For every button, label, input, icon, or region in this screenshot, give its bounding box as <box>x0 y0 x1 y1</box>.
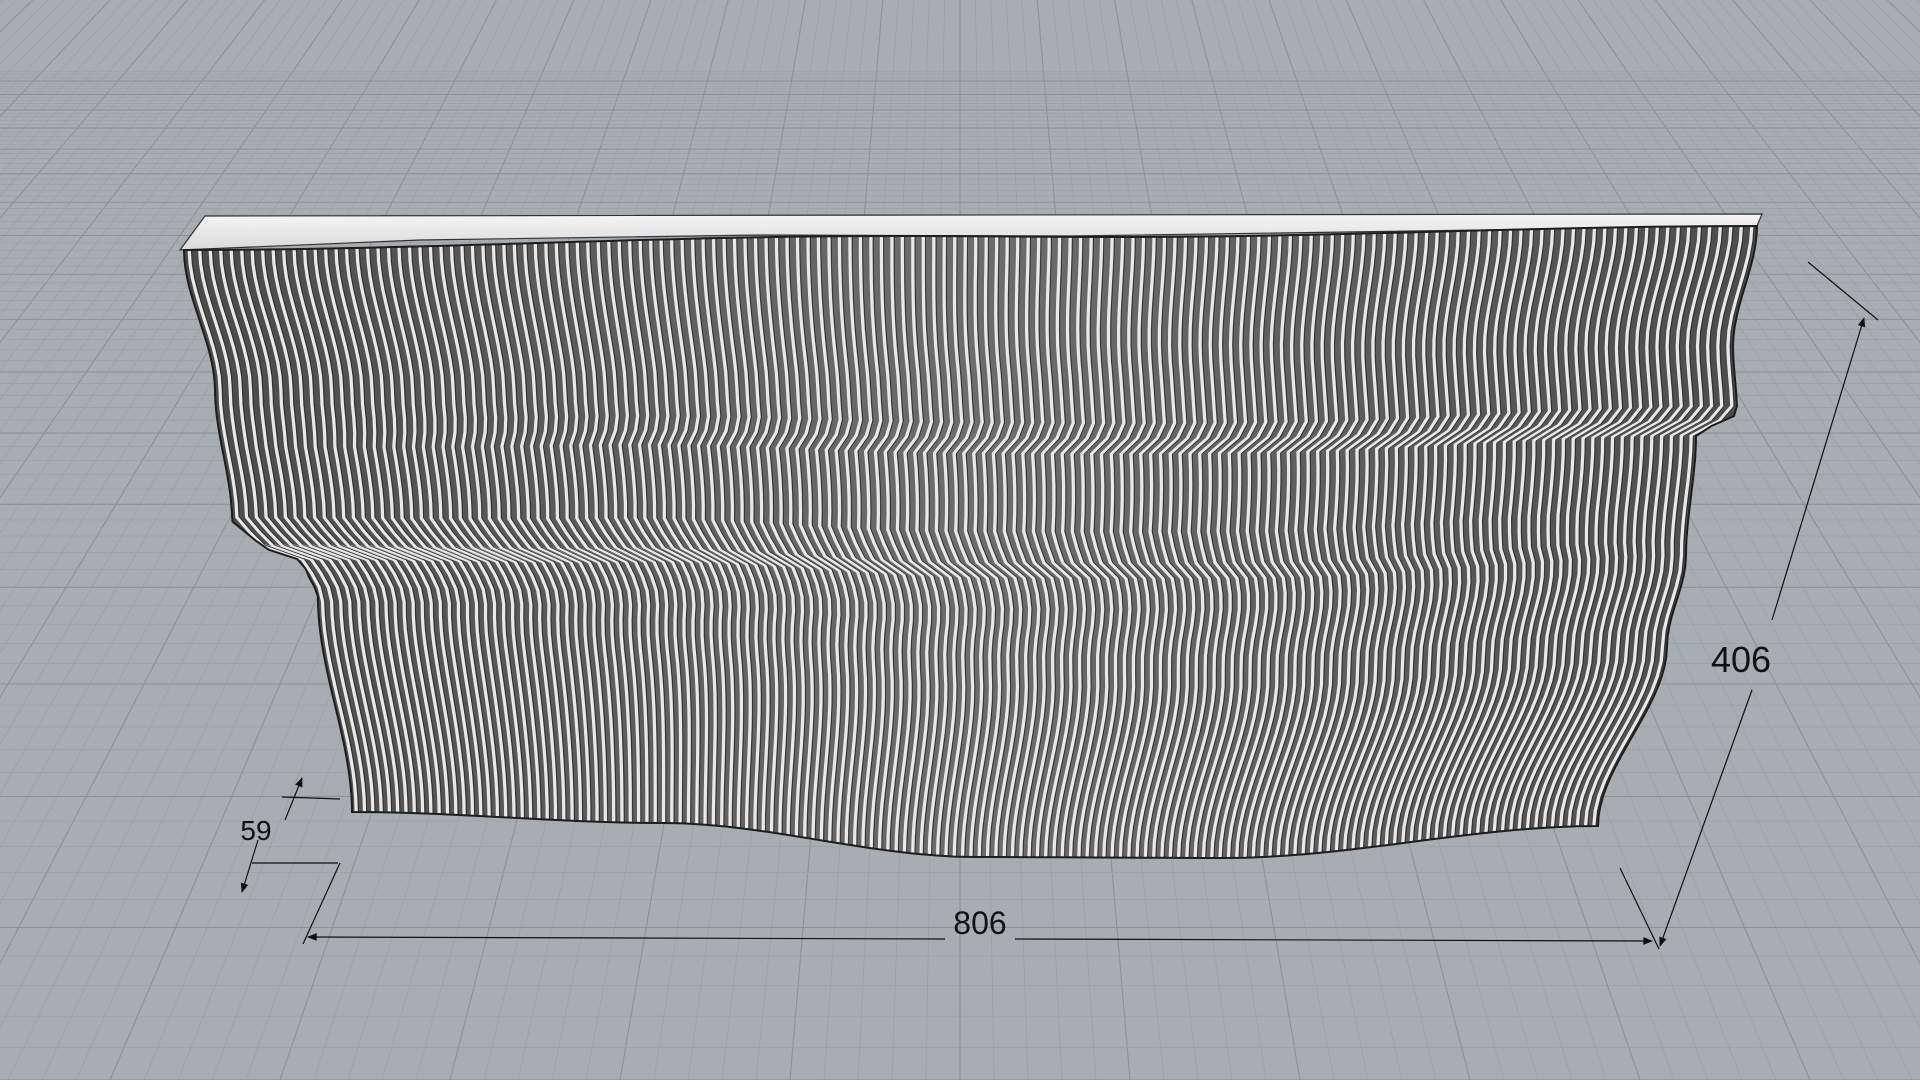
grid-line <box>1886 0 1920 33</box>
grid-line <box>0 0 188 219</box>
grid-line <box>0 0 49 49</box>
depth-extension-top <box>281 796 341 800</box>
width-extension-left <box>302 862 341 945</box>
grid-line <box>1902 0 1920 17</box>
grid-line <box>0 0 265 344</box>
grid-line <box>1856 0 1920 65</box>
grid-line <box>0 0 219 266</box>
width-dimension-line-left <box>307 933 946 941</box>
grid-line <box>0 0 126 136</box>
grid-line <box>1670 0 1920 316</box>
grid-line <box>0 0 95 99</box>
height-dimension-line-bottom <box>1659 689 1753 947</box>
depth-arrow-top <box>284 777 303 821</box>
grid-line <box>0 0 18 17</box>
grid-line <box>1778 0 1920 156</box>
grid-line <box>1871 0 1920 49</box>
grid-line <box>1732 0 1920 219</box>
width-dimension[interactable]: 806 <box>302 862 1660 950</box>
grid-line <box>1794 0 1920 136</box>
3d-viewport[interactable]: 806 406 59 <box>0 0 1920 1080</box>
grid-line <box>1701 0 1920 266</box>
width-dimension-label: 806 <box>953 905 1006 941</box>
width-extension-right <box>1619 867 1660 950</box>
grid-line <box>0 0 34 33</box>
width-dimension-line-right <box>1014 937 1653 945</box>
grid-line <box>0 0 142 156</box>
grid-line <box>1825 0 1920 99</box>
height-dimension-line-top <box>1771 317 1866 621</box>
viewport-canvas[interactable]: 806 406 59 <box>0 0 1920 1080</box>
grid-line <box>0 0 296 401</box>
grid-line <box>1655 0 1920 344</box>
height-dimension-label: 406 <box>1711 639 1771 680</box>
height-extension-top <box>1807 261 1879 321</box>
slatted-wall-panel[interactable] <box>178 213 1763 859</box>
grid-line <box>0 0 64 65</box>
grid-line <box>0 0 250 316</box>
grid-line <box>0 0 3 3</box>
depth-dimension-label: 59 <box>240 815 271 846</box>
